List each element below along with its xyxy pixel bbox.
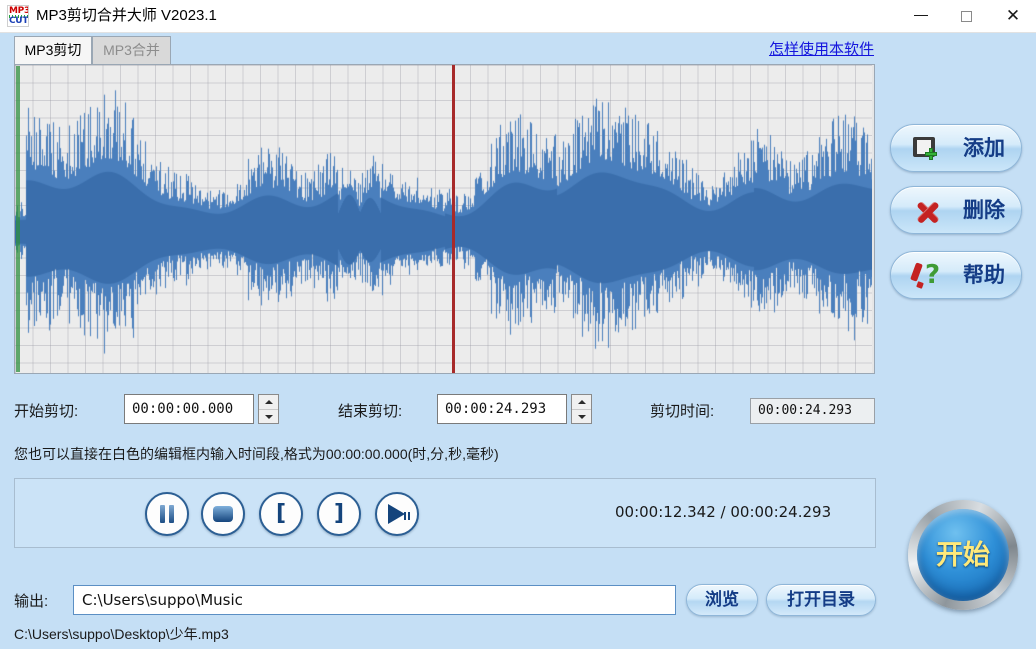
playback-time-display: 00:00:12.342 / 00:00:24.293 [615,503,831,521]
end-time-stepper-down[interactable] [572,410,591,424]
help-button[interactable]: ? 帮助 [890,251,1022,299]
end-time-stepper[interactable] [571,394,592,424]
waveform-right-edge [872,65,874,373]
pause-button[interactable] [145,492,189,536]
minimize-icon [914,15,928,16]
help-button-label: 帮助 [963,252,1005,300]
playhead-line[interactable] [452,65,455,373]
minimize-button[interactable] [898,0,944,32]
open-directory-button[interactable]: 打开目录 [766,584,876,616]
set-start-button[interactable]: [ [259,492,303,536]
end-cut-label: 结束剪切: [338,400,402,421]
add-media-icon [913,137,939,160]
add-button[interactable]: 添加 [890,124,1022,172]
set-end-button[interactable]: ] [317,492,361,536]
mp3-cut-icon: MP3 CUT [7,5,29,27]
waveform-canvas [15,65,874,373]
start-time-stepper-down[interactable] [259,410,278,424]
maximize-button[interactable] [944,0,990,32]
stop-icon [213,506,233,522]
cut-duration-label: 剪切时间: [650,400,714,421]
start-cut-label: 开始剪切: [14,400,78,421]
output-path-input[interactable]: C:\Users\suppo\Music [73,585,676,615]
mp3-cut-icon-bottom: CUT [9,16,29,26]
start-button-face: 开始 [917,509,1009,601]
delete-button[interactable]: 删除 [890,186,1022,234]
output-label: 输出: [14,590,48,611]
source-file-path: C:\Users\suppo\Desktop\少年.mp3 [14,624,229,644]
browse-button[interactable]: 浏览 [686,584,758,616]
start-button-label: 开始 [917,509,1009,601]
start-time-stepper-up[interactable] [259,395,278,410]
how-to-use-link[interactable]: 怎样使用本软件 [769,38,874,59]
selection-start-marker[interactable] [16,66,20,372]
end-time-input[interactable]: 00:00:24.293 [437,394,567,424]
play-selection-button[interactable] [375,492,419,536]
maximize-icon [961,11,972,22]
help-question-icon: ? [911,261,945,291]
waveform-panel[interactable] [14,64,875,374]
tab-mp3-cut[interactable]: MP3剪切 [14,36,92,64]
start-time-input[interactable]: 00:00:00.000 [124,394,254,424]
pause-icon [160,505,165,523]
cut-duration-value: 00:00:24.293 [750,398,875,424]
start-button[interactable]: 开始 [908,500,1018,610]
app-window: MP3 CUT MP3剪切合并大师 V2023.1 ✕ MP3剪切 MP3合并 … [0,0,1036,649]
add-button-label: 添加 [963,125,1005,173]
end-time-stepper-up[interactable] [572,395,591,410]
format-hint-text: 您也可以直接在白色的编辑框内输入时间段,格式为00:00:00.000(时,分,… [14,444,499,464]
title-bar: MP3 CUT MP3剪切合并大师 V2023.1 ✕ [0,0,1036,33]
player-panel: [ ] 00:00:12.342 / 00:00:24.293 [14,478,876,548]
play-selection-icon [388,504,405,524]
window-title: MP3剪切合并大师 V2023.1 [36,4,217,28]
tab-mp3-merge[interactable]: MP3合并 [92,36,171,64]
close-button[interactable]: ✕ [990,0,1036,32]
delete-button-label: 删除 [963,187,1005,235]
stop-button[interactable] [201,492,245,536]
bracket-left-icon: [ [261,494,301,534]
bracket-right-icon: ] [319,494,359,534]
start-time-stepper[interactable] [258,394,279,424]
delete-x-icon [913,199,941,223]
close-icon: ✕ [990,0,1036,32]
